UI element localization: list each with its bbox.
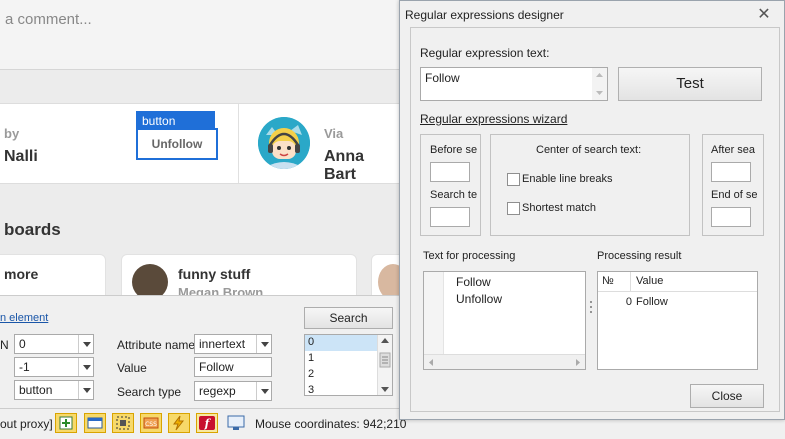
pinned-by-name[interactable]: Nalli [4,148,38,166]
splitter-handle[interactable] [589,300,593,316]
number-label: N [0,338,9,352]
index-select[interactable]: -1 [14,357,94,377]
search-button[interactable]: Search [304,307,393,329]
board-thumbnail [132,264,168,295]
tag-select[interactable]: button [14,380,94,400]
divider [238,104,239,183]
lightning-icon[interactable] [168,413,190,433]
value-label: Value [117,361,147,375]
board-card-title: more [4,266,39,282]
board-card-owner: Megan Brown [178,285,264,295]
chevron-down-icon[interactable] [78,358,93,376]
regex-text-label: Regular expression text: [420,46,550,60]
line-gutter [424,272,444,354]
number-select[interactable]: 0 [14,334,94,354]
text-line: Follow [456,275,491,289]
table-header: № Value [598,272,757,292]
search-type-value: regexp [199,384,236,398]
comment-input[interactable]: a comment... [0,0,400,70]
mouse-coordinates: Mouse coordinates: 942;210 [255,417,407,431]
processing-result-table[interactable]: № Value 0 Follow [597,271,758,370]
regex-text-value: Follow [425,71,460,85]
center-search-label: Center of search text: [536,144,642,156]
proxy-status: out proxy] [0,417,53,431]
screen-icon[interactable] [226,414,246,432]
column-header[interactable]: № [602,275,614,287]
boards-heading: boards [4,220,61,239]
chevron-down-icon[interactable] [78,381,93,399]
regex-scrollbar[interactable] [592,68,607,100]
flash-icon[interactable]: f [196,413,218,433]
number-value: 0 [19,337,26,351]
search-text-input[interactable] [430,207,470,227]
chevron-down-icon[interactable] [78,335,93,353]
after-search-input[interactable] [711,162,751,182]
board-card-title: funny stuff [178,266,251,282]
close-button[interactable]: Close [690,384,764,408]
search-type-label: Search type [117,385,182,399]
attribute-name-value: innertext [199,337,246,351]
web-page: a comment... by Nalli button Unfollow Vi… [0,0,400,295]
close-icon[interactable]: ✕ [755,6,773,24]
column-divider [630,272,631,292]
text-for-processing-label: Text for processing [423,250,516,262]
row-value: Follow [636,296,668,308]
regex-text-input[interactable]: Follow [420,67,608,101]
pinned-by-label: by [4,126,20,141]
add-icon[interactable] [55,413,77,433]
before-search-label: Before se [430,144,478,156]
chevron-down-icon[interactable] [256,382,271,400]
test-button[interactable]: Test [618,67,762,101]
enable-line-breaks-checkbox[interactable] [507,173,520,186]
row-number: 0 [625,296,632,308]
comment-placeholder: a comment... [5,11,92,28]
list-scrollbar[interactable] [377,335,392,395]
attribute-name-label: Attribute name [117,338,196,352]
via-name[interactable]: Anna Bart [324,148,400,184]
chevron-down-icon[interactable] [256,335,271,353]
value-field[interactable]: Follow [194,357,272,377]
css-icon[interactable]: CSS [140,413,162,433]
end-of-search-input[interactable] [711,207,751,227]
board-thumbnail [378,264,400,295]
after-search-label: After sea [711,144,756,156]
enable-line-breaks-label: Enable line breaks [522,173,613,185]
select-frame-icon[interactable] [112,413,134,433]
tag-value: button [19,383,53,397]
shortest-match-label: Shortest match [522,202,596,214]
attribute-name-select[interactable]: innertext [194,334,272,354]
element-link[interactable]: n element [0,312,48,324]
unfollow-button[interactable]: Unfollow [136,128,218,160]
dialog-title: Regular expressions designer [405,8,564,22]
index-value: -1 [19,360,30,374]
window-icon[interactable] [84,413,106,433]
shortest-match-checkbox[interactable] [507,202,520,215]
end-of-search-label: End of se [711,189,758,201]
search-type-select[interactable]: regexp [194,381,272,401]
text-line: Unfollow [456,292,503,306]
table-row[interactable]: 0 Follow [598,294,757,311]
svg-text:CSS: CSS [145,421,157,428]
via-label: Via [324,126,344,141]
text-for-processing-area[interactable]: Follow Unfollow [423,271,586,370]
element-tag-label: button [136,111,215,129]
processing-result-label: Processing result [597,250,682,262]
search-text-label: Search te [430,189,478,201]
avatar[interactable] [258,117,310,169]
column-header[interactable]: Value [636,275,663,287]
before-search-input[interactable] [430,162,470,182]
regex-wizard-link[interactable]: Regular expressions wizard [420,112,567,126]
horizontal-scrollbar[interactable] [424,354,585,369]
